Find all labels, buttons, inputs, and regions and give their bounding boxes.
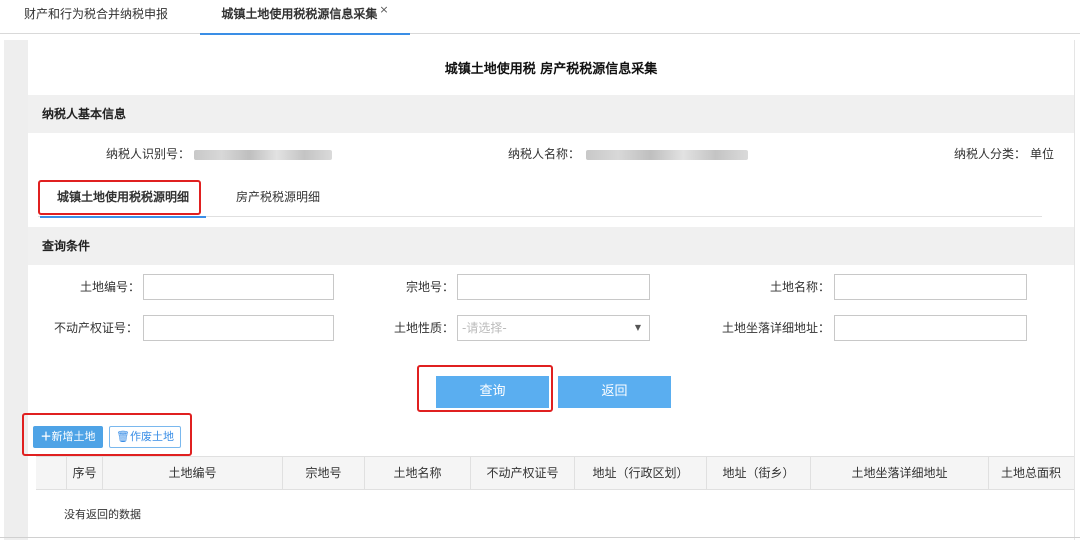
land-name-label: 土地名称：	[770, 280, 831, 294]
column-header[interactable]: 土地编号	[102, 457, 282, 489]
left-scroll-strip	[4, 40, 28, 540]
column-header[interactable]: 不动产权证号	[470, 457, 574, 489]
tab-tax-declaration[interactable]: 财产和行为税合并纳税申报	[24, 0, 168, 33]
land-name-input[interactable]	[834, 274, 1027, 300]
close-icon[interactable]: ×	[379, 3, 388, 16]
frame-divider	[1074, 40, 1075, 540]
column-header[interactable]: 序号	[66, 457, 102, 489]
land-no-label: 土地编号：	[80, 280, 141, 294]
highlight-box-search	[417, 365, 553, 412]
column-header[interactable]: 宗地号	[282, 457, 364, 489]
land-no-input[interactable]	[143, 274, 334, 300]
query-header: 查询条件	[28, 227, 1074, 265]
section-title: 查询条件	[42, 239, 91, 253]
parcel-no-label: 宗地号：	[406, 280, 455, 294]
back-button[interactable]: 返回	[558, 376, 671, 408]
parcel-no-input[interactable]	[457, 274, 650, 300]
section-title: 纳税人基本信息	[42, 107, 127, 121]
property-cert-input[interactable]	[143, 315, 334, 341]
column-header[interactable]: 土地名称	[364, 457, 470, 489]
taxpayer-name-value-redacted	[586, 150, 748, 160]
land-nature-label: 土地性质：	[394, 321, 455, 335]
taxpayer-id-value-redacted	[194, 150, 332, 160]
taxpayer-name-label: 纳税人名称：	[508, 147, 581, 161]
highlight-box-subtab	[38, 180, 201, 215]
tab-label: 财产和行为税合并纳税申报	[24, 7, 169, 21]
taxpayer-id-label: 纳税人识别号：	[106, 147, 191, 161]
address-detail-label: 土地坐落详细地址：	[722, 321, 831, 335]
taxpayer-category-value: 单位	[1030, 147, 1055, 161]
address-detail-input[interactable]	[834, 315, 1027, 341]
page-title: 城镇土地使用税 房产税税源信息采集	[444, 62, 658, 77]
column-header[interactable]: 土地坐落详细地址	[810, 457, 988, 489]
empty-table-message: 没有返回的数据	[64, 508, 141, 521]
subtab-label: 房产税税源明细	[236, 190, 321, 204]
highlight-box-actions	[22, 413, 192, 456]
subtab-property-tax[interactable]: 房产税税源明细	[236, 182, 320, 216]
column-header[interactable]: 地址（街乡）	[706, 457, 810, 489]
bottom-divider	[0, 537, 1080, 538]
column-header[interactable]: 土地总面积	[988, 457, 1074, 489]
select-placeholder: -请选择-	[462, 321, 507, 335]
land-nature-select[interactable]: -请选择- ▼	[457, 315, 650, 341]
chevron-down-icon: ▼	[634, 323, 641, 332]
basic-info-header: 纳税人基本信息	[28, 95, 1074, 133]
tab-land-tax-source[interactable]: 城镇土地使用税税源信息采集 ×	[200, 0, 410, 35]
tab-label: 城镇土地使用税税源信息采集	[221, 7, 378, 21]
taxpayer-category-label: 纳税人分类：	[954, 147, 1027, 161]
property-cert-label: 不动产权证号：	[54, 321, 139, 335]
table-header: 序号 土地编号 宗地号 土地名称 不动产权证号 地址（行政区划） 地址（街乡） …	[36, 456, 1074, 490]
column-header[interactable]: 地址（行政区划）	[574, 457, 706, 489]
select-all-cell	[36, 457, 66, 489]
